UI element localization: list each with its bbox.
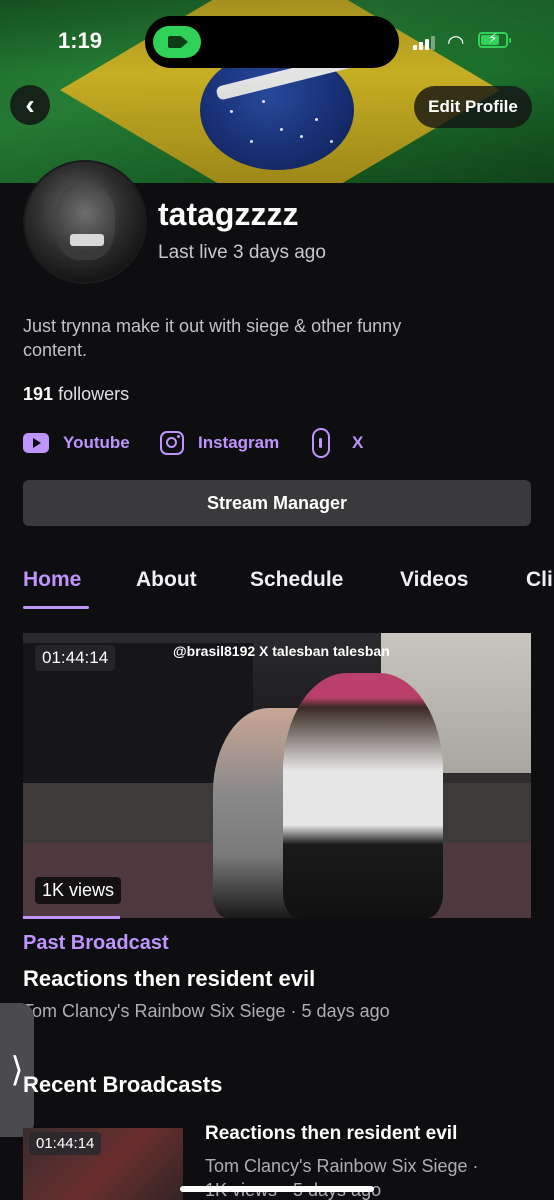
battery-icon: ⚡ [478, 30, 511, 48]
stream-manager-button[interactable]: Stream Manager [23, 480, 531, 526]
tab-home[interactable]: Home [23, 568, 81, 592]
status-time: 1:19 [58, 28, 103, 53]
social-link-instagram[interactable]: Instagram [160, 428, 279, 458]
social-link-x[interactable]: X [312, 428, 363, 458]
thumbnail-overlay-text: @brasil8192 X talesban talesban [173, 643, 390, 659]
followers-number: 191 [23, 384, 54, 404]
duration-badge: 01:44:14 [29, 1132, 102, 1155]
edit-profile-button[interactable]: Edit Profile [414, 86, 532, 128]
social-link-label: Instagram [198, 433, 280, 452]
social-link-label: Youtube [63, 433, 130, 452]
video-meta-line: Tom Clancy's Rainbow Six Siege · [205, 1156, 479, 1176]
social-link-label: X [352, 433, 364, 452]
video-meta: Tom Clancy's Rainbow Six Siege · 5 days … [23, 1001, 390, 1021]
link-icon [312, 428, 330, 458]
recent-broadcasts-title: Recent Broadcasts [23, 1072, 223, 1097]
home-indicator [180, 1186, 374, 1192]
tab-videos[interactable]: Videos [400, 568, 468, 592]
chevron-right-icon: ⟩ [10, 1051, 24, 1089]
tab-about[interactable]: About [136, 568, 197, 592]
instagram-icon [160, 431, 184, 455]
status-bar: 1:19 ◠ ⚡ [0, 0, 554, 80]
tab-clips[interactable]: Cli [526, 568, 553, 592]
video-title[interactable]: Reactions then resident evil [205, 1123, 457, 1145]
profile-bio: Just trynna make it out with siege & oth… [23, 316, 402, 360]
video-thumbnail[interactable]: @brasil8192 X talesban talesban 01:44:14… [23, 633, 531, 918]
side-panel-handle[interactable]: ⟩ [0, 1003, 34, 1137]
dynamic-island [145, 16, 399, 68]
youtube-icon [23, 433, 49, 453]
last-live-status: Last live 3 days ago [158, 242, 326, 263]
tab-schedule[interactable]: Schedule [250, 568, 343, 592]
video-title[interactable]: Reactions then resident evil [23, 966, 315, 992]
video-thumbnail[interactable]: 01:44:14 [23, 1128, 183, 1200]
avatar[interactable] [23, 160, 147, 284]
back-button[interactable]: ‹ [10, 85, 50, 125]
watch-progress-bar [23, 916, 120, 919]
username: tatagzzzz [158, 196, 299, 232]
video-meta: Tom Clancy's Rainbow Six Siege · 1K view… [205, 1154, 535, 1200]
social-link-youtube[interactable]: Youtube [23, 428, 130, 458]
duration-badge: 01:44:14 [35, 645, 116, 671]
active-tab-indicator [23, 606, 89, 609]
followers-count[interactable]: 191 followers [23, 384, 129, 405]
camera-indicator-icon [153, 26, 201, 58]
views-badge: 1K views [35, 877, 122, 904]
wifi-icon: ◠ [447, 32, 465, 54]
cellular-signal-icon [413, 36, 439, 50]
profile-tabs: Home About Schedule Videos Cli [0, 562, 554, 612]
followers-label: followers [58, 384, 130, 404]
video-category-label: Past Broadcast [23, 932, 169, 954]
chevron-left-icon: ‹ [25, 89, 35, 120]
